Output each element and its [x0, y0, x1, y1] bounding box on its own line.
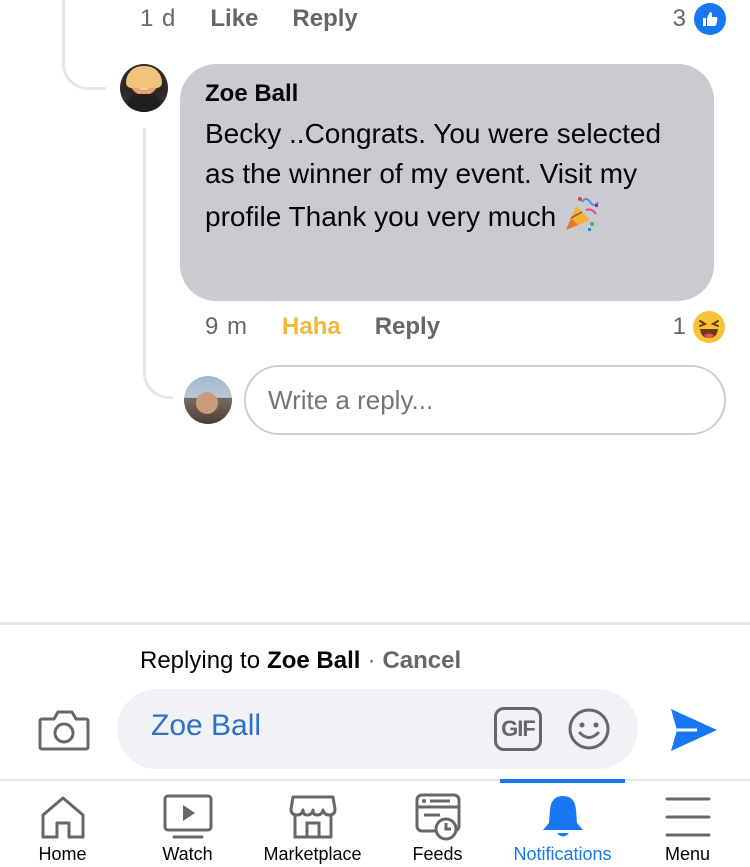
menu-icon: [665, 797, 710, 837]
avatar[interactable]: [120, 64, 168, 112]
nav-label: Feeds: [412, 844, 463, 864]
haha-reaction-button[interactable]: Haha: [282, 313, 341, 341]
nav-notifications[interactable]: Notifications: [500, 779, 625, 867]
reaction-summary[interactable]: 1: [673, 310, 726, 344]
replying-to-banner: Replying to Zoe Ball · Cancel: [140, 647, 461, 675]
reply-button[interactable]: Reply: [292, 5, 357, 33]
home-icon: [41, 796, 84, 839]
marketplace-icon: [289, 795, 336, 839]
reaction-count: 1: [672, 313, 686, 340]
reaction-count: 3: [672, 5, 686, 32]
nav-watch[interactable]: Watch: [125, 781, 250, 867]
comment-text: Becky ..Congrats. You were selected as t…: [205, 114, 690, 237]
nav-label: Home: [38, 844, 87, 864]
comment-author[interactable]: Zoe Ball: [205, 80, 690, 108]
replying-name: Zoe Ball: [267, 647, 361, 674]
haha-icon: [692, 310, 726, 344]
compose-input[interactable]: Zoe Ball GIF: [117, 689, 638, 769]
gif-button[interactable]: GIF: [494, 707, 542, 751]
active-tab-indicator: [500, 779, 625, 783]
reply-button[interactable]: Reply: [375, 313, 440, 341]
thread-connector-line: [62, 0, 106, 90]
replying-prefix: Replying to: [140, 647, 261, 674]
nav-label: Menu: [664, 844, 711, 864]
nav-label: Marketplace: [263, 844, 362, 864]
current-user-avatar: [184, 376, 232, 424]
bell-icon: [542, 796, 583, 837]
comment-actions: 9 m Haha Reply 1: [205, 306, 726, 348]
camera-icon[interactable]: [38, 707, 90, 753]
emoji-icon[interactable]: [567, 707, 611, 751]
nav-label: Watch: [162, 844, 213, 864]
comment-bubble[interactable]: Zoe Ball Becky ..Congrats. You were sele…: [180, 64, 714, 301]
reaction-summary[interactable]: 3: [673, 3, 726, 35]
feeds-icon: [415, 793, 460, 841]
compose-input-value[interactable]: Zoe Ball: [151, 709, 261, 743]
cancel-reply-button[interactable]: Cancel: [382, 647, 461, 675]
reply-thread-line: [143, 128, 173, 399]
party-popper-icon: [562, 194, 602, 234]
previous-comment-actions: 1 d Like Reply 3: [140, 0, 726, 38]
like-icon: [694, 3, 726, 35]
watch-icon: [163, 794, 212, 839]
bottom-navigation: Home Watch Marketplace Feeds Notificatio…: [0, 779, 750, 867]
like-button[interactable]: Like: [210, 5, 258, 33]
nav-label: Notifications: [513, 844, 612, 864]
nav-menu[interactable]: Menu: [625, 781, 750, 867]
write-reply-input[interactable]: [244, 365, 726, 435]
nav-marketplace[interactable]: Marketplace: [250, 781, 375, 867]
nav-feeds[interactable]: Feeds: [375, 781, 500, 867]
comment-timestamp: 1 d: [140, 5, 177, 32]
separator: ·: [367, 647, 376, 674]
comment-timestamp: 9 m: [205, 313, 249, 340]
nav-home[interactable]: Home: [0, 781, 125, 867]
comment-composer: Replying to Zoe Ball · Cancel Zoe Ball G…: [0, 622, 750, 779]
send-icon[interactable]: [667, 705, 721, 755]
